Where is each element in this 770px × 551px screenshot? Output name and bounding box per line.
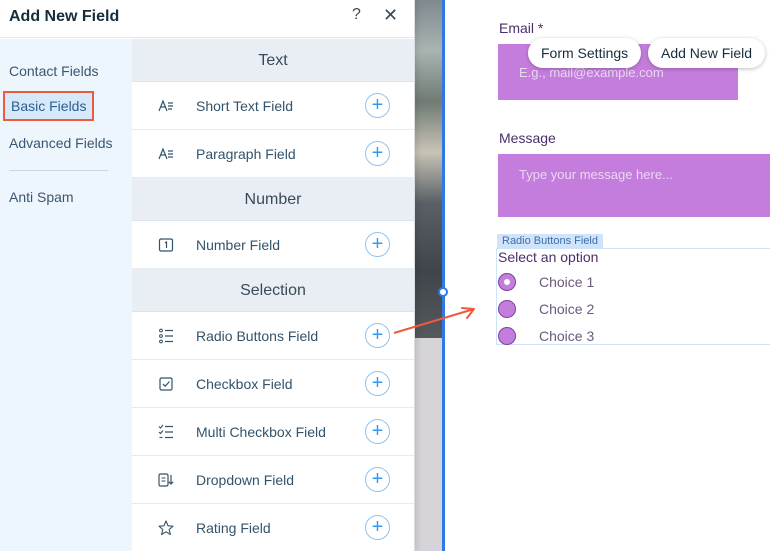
checkbox-icon [159,377,173,391]
radio-field-tag: Radio Buttons Field [497,234,603,248]
selection-guide-line [442,0,445,551]
add-paragraph-button[interactable]: + [365,141,390,166]
radio-group-title: Select an option [498,249,599,265]
sidebar-divider [9,170,108,171]
field-label: Multi Checkbox Field [196,424,326,440]
short-text-icon [158,99,173,112]
field-row-short-text[interactable]: Short Text Field + [132,82,414,130]
field-label: Paragraph Field [196,146,296,162]
paragraph-icon [158,147,173,160]
radio-choice-2[interactable] [498,300,516,318]
radio-list-icon [159,328,173,344]
section-header-number: Number [132,178,414,221]
add-number-button[interactable]: + [365,232,390,257]
sidebar-item-basic-fields[interactable]: Basic Fields [3,91,95,121]
field-row-dropdown[interactable]: Dropdown Field + [132,456,414,504]
field-label: Dropdown Field [196,472,295,488]
panel-title: Add New Field [9,8,120,25]
canvas-strip [415,338,443,551]
add-short-text-button[interactable]: + [365,93,390,118]
sidebar-item-anti-spam[interactable]: Anti Spam [9,189,74,205]
field-row-radio-buttons[interactable]: Radio Buttons Field + [132,312,414,360]
choice-label-2: Choice 2 [539,301,595,317]
field-label: Number Field [196,237,281,253]
add-checkbox-button[interactable]: + [365,371,390,396]
form-settings-button[interactable]: Form Settings [528,38,642,68]
field-row-rating[interactable]: Rating Field + [132,504,414,551]
add-dropdown-button[interactable]: + [365,467,390,492]
message-label: Message [499,130,556,146]
dropdown-icon [158,473,174,487]
add-radio-buttons-button[interactable]: + [365,323,390,348]
multi-checkbox-icon [158,424,173,439]
category-sidebar: Contact Fields Basic Fields Advanced Fie… [0,39,132,551]
field-label: Radio Buttons Field [196,328,319,344]
section-header-selection: Selection [132,269,414,312]
sidebar-item-contact-fields[interactable]: Contact Fields [9,63,98,79]
field-row-paragraph[interactable]: Paragraph Field + [132,130,414,178]
sidebar-item-advanced-fields[interactable]: Advanced Fields [9,135,113,151]
radio-choice-3[interactable] [498,327,516,345]
close-icon[interactable]: ✕ [383,5,398,26]
panel-header: Add New Field ? ✕ [0,0,414,38]
help-icon[interactable]: ? [352,6,361,24]
resize-handle[interactable] [438,287,448,297]
add-new-field-button[interactable]: Add New Field [648,38,766,68]
add-new-field-panel: Add New Field ? ✕ Contact Fields Basic F… [0,0,415,551]
field-row-number[interactable]: Number Field + [132,221,414,269]
annotation-arrow-icon [393,307,475,334]
field-label: Rating Field [196,520,271,536]
field-list: Text Short Text Field + Paragraph Field … [132,39,414,551]
message-field[interactable] [498,154,770,217]
field-row-multi-checkbox[interactable]: Multi Checkbox Field + [132,408,414,456]
message-placeholder: Type your message here... [519,167,673,182]
email-label: Email * [499,20,544,36]
choice-label-1: Choice 1 [539,274,595,290]
add-rating-button[interactable]: + [365,515,390,540]
field-row-checkbox[interactable]: Checkbox Field + [132,360,414,408]
field-label: Short Text Field [196,98,294,114]
radio-choice-1[interactable] [498,273,516,291]
add-multi-checkbox-button[interactable]: + [365,419,390,444]
section-header-text: Text [132,39,414,82]
choice-label-3: Choice 3 [539,328,595,344]
field-label: Checkbox Field [196,376,293,392]
star-icon [158,520,174,536]
number-icon [158,238,174,252]
